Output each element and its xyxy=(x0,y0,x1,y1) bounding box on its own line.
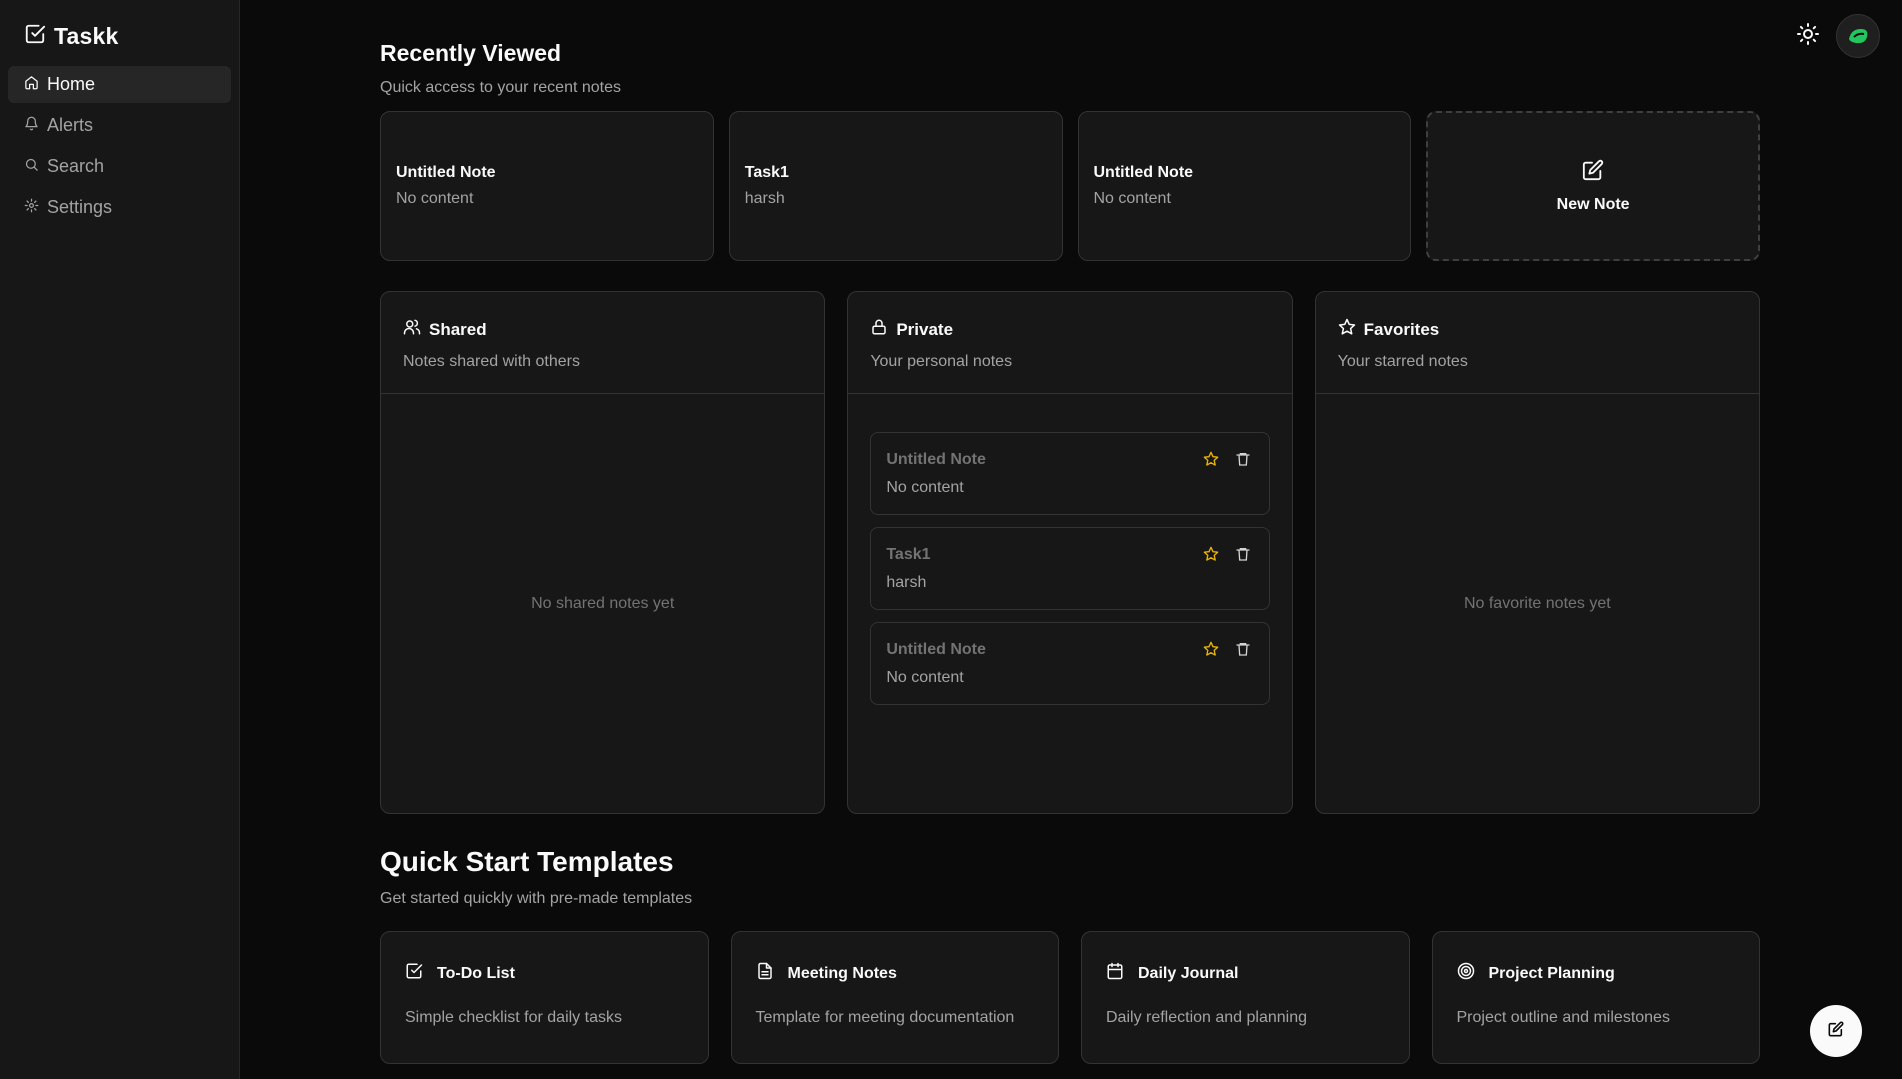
template-card-todo[interactable]: To-Do List Simple checklist for daily ta… xyxy=(380,931,709,1064)
shared-panel: Shared Notes shared with others No share… xyxy=(380,291,826,814)
new-note-button[interactable]: New Note xyxy=(1426,111,1760,261)
sidebar-item-label: Settings xyxy=(47,197,113,217)
private-note-list: Untitled Note No content Task1 harsh Unt… xyxy=(848,394,1291,813)
template-card-journal[interactable]: Daily Journal Daily reflection and plann… xyxy=(1081,931,1410,1064)
new-note-fab[interactable] xyxy=(1810,1005,1862,1057)
panel-header: Favorites Your starred notes xyxy=(1315,292,1759,394)
sidebar-item-search[interactable]: Search xyxy=(8,148,231,185)
note-desc: No content xyxy=(886,669,964,686)
gear-icon xyxy=(24,197,39,218)
note-title: Untitled Note xyxy=(886,451,986,468)
sidebar-item-alerts[interactable]: Alerts xyxy=(8,107,231,144)
template-desc: Template for meeting documentation xyxy=(755,1009,1015,1026)
app-root: Taskk Home Alerts Search Settings Recent… xyxy=(0,0,1902,1079)
trash-icon[interactable] xyxy=(1235,641,1251,662)
templates-grid: To-Do List Simple checklist for daily ta… xyxy=(380,931,1760,1064)
template-desc: Simple checklist for daily tasks xyxy=(405,1009,622,1026)
sun-icon[interactable] xyxy=(1796,22,1820,51)
template-desc: Daily reflection and planning xyxy=(1106,1009,1308,1026)
template-title: To-Do List xyxy=(437,964,515,982)
edit-icon xyxy=(1582,159,1604,186)
target-icon xyxy=(1457,962,1475,985)
sidebar-item-settings[interactable]: Settings xyxy=(8,189,231,226)
panel-desc: Your personal notes xyxy=(870,353,1013,370)
content: Recently Viewed Quick access to your rec… xyxy=(380,40,1760,1064)
users-icon xyxy=(403,318,421,341)
home-icon xyxy=(24,74,39,95)
notes-panels: Shared Notes shared with others No share… xyxy=(380,291,1760,814)
panel-header: Shared Notes shared with others xyxy=(381,292,825,394)
document-icon xyxy=(756,962,774,985)
star-icon[interactable] xyxy=(1203,451,1219,472)
main-area: Recently Viewed Quick access to your rec… xyxy=(240,0,1902,1079)
list-item[interactable]: Untitled Note No content xyxy=(870,622,1270,705)
list-item[interactable]: Task1 harsh xyxy=(870,527,1270,610)
panel-title: Favorites xyxy=(1363,319,1440,339)
note-desc: harsh xyxy=(886,574,927,591)
list-item[interactable]: Untitled Note No content xyxy=(870,432,1270,515)
calendar-icon xyxy=(1106,962,1124,985)
templates-section: Quick Start Templates Get started quickl… xyxy=(380,846,1760,1064)
template-card-project[interactable]: Project Planning Project outline and mil… xyxy=(1431,931,1760,1064)
panel-title: Shared xyxy=(429,319,487,339)
note-title: Untitled Note xyxy=(1093,164,1194,181)
star-icon[interactable] xyxy=(1203,546,1219,567)
sidebar-item-home[interactable]: Home xyxy=(8,66,231,103)
empty-state: No favorite notes yet xyxy=(1463,594,1611,612)
star-icon[interactable] xyxy=(1203,641,1219,662)
template-desc: Project outline and milestones xyxy=(1456,1009,1670,1026)
recently-viewed-section: Recently Viewed Quick access to your rec… xyxy=(380,40,1760,261)
recent-note-card[interactable]: Untitled Note No content xyxy=(380,111,714,261)
brand[interactable]: Taskk xyxy=(8,20,231,52)
template-title: Daily Journal xyxy=(1138,964,1239,982)
section-title: Quick Start Templates xyxy=(380,846,674,877)
sidebar-nav: Home Alerts Search Settings xyxy=(8,66,231,226)
panel-header: Private Your personal notes xyxy=(848,292,1292,394)
favorites-panel: Favorites Your starred notes No favorite… xyxy=(1314,291,1760,814)
template-card-meeting[interactable]: Meeting Notes Template for meeting docum… xyxy=(730,931,1059,1064)
sidebar-item-label: Search xyxy=(47,156,105,176)
top-right-controls xyxy=(1796,14,1880,58)
panel-desc: Your starred notes xyxy=(1337,353,1468,370)
template-title: Project Planning xyxy=(1488,964,1615,982)
empty-state: No shared notes yet xyxy=(531,594,675,612)
note-desc: harsh xyxy=(744,190,785,207)
new-note-label: New Note xyxy=(1556,195,1630,213)
note-title: Task1 xyxy=(886,546,931,563)
star-outline-icon xyxy=(1338,318,1356,341)
sidebar: Taskk Home Alerts Search Settings xyxy=(0,0,240,1079)
recent-grid: Untitled Note No content Task1 harsh Unt… xyxy=(380,111,1760,261)
panel-title: Private xyxy=(896,319,954,339)
note-title: Task1 xyxy=(744,164,789,181)
sidebar-item-label: Home xyxy=(47,74,96,94)
logo-checkbox-icon xyxy=(24,23,46,50)
section-subtitle: Get started quickly with pre-made templa… xyxy=(380,890,693,907)
template-title: Meeting Notes xyxy=(787,964,897,982)
sidebar-item-label: Alerts xyxy=(47,115,94,135)
recent-note-card[interactable]: Untitled Note No content xyxy=(1077,111,1412,261)
lock-icon xyxy=(870,318,888,341)
panel-desc: Notes shared with others xyxy=(403,353,580,370)
note-desc: No content xyxy=(396,190,474,207)
note-title: Untitled Note xyxy=(886,641,986,658)
trash-icon[interactable] xyxy=(1235,451,1251,472)
note-title: Untitled Note xyxy=(396,164,496,181)
section-title: Recently Viewed xyxy=(380,40,562,66)
bell-icon xyxy=(24,115,39,136)
checkbox-icon xyxy=(405,962,423,985)
edit-icon xyxy=(1828,1020,1844,1042)
note-desc: No content xyxy=(1093,190,1171,207)
avatar[interactable] xyxy=(1836,14,1880,58)
trash-icon[interactable] xyxy=(1235,546,1251,567)
recent-note-card[interactable]: Task1 harsh xyxy=(728,111,1063,261)
section-subtitle: Quick access to your recent notes xyxy=(380,79,621,96)
note-desc: No content xyxy=(886,479,964,496)
search-icon xyxy=(24,156,39,177)
app-name: Taskk xyxy=(54,22,119,49)
private-panel: Private Your personal notes Untitled Not… xyxy=(847,291,1293,814)
